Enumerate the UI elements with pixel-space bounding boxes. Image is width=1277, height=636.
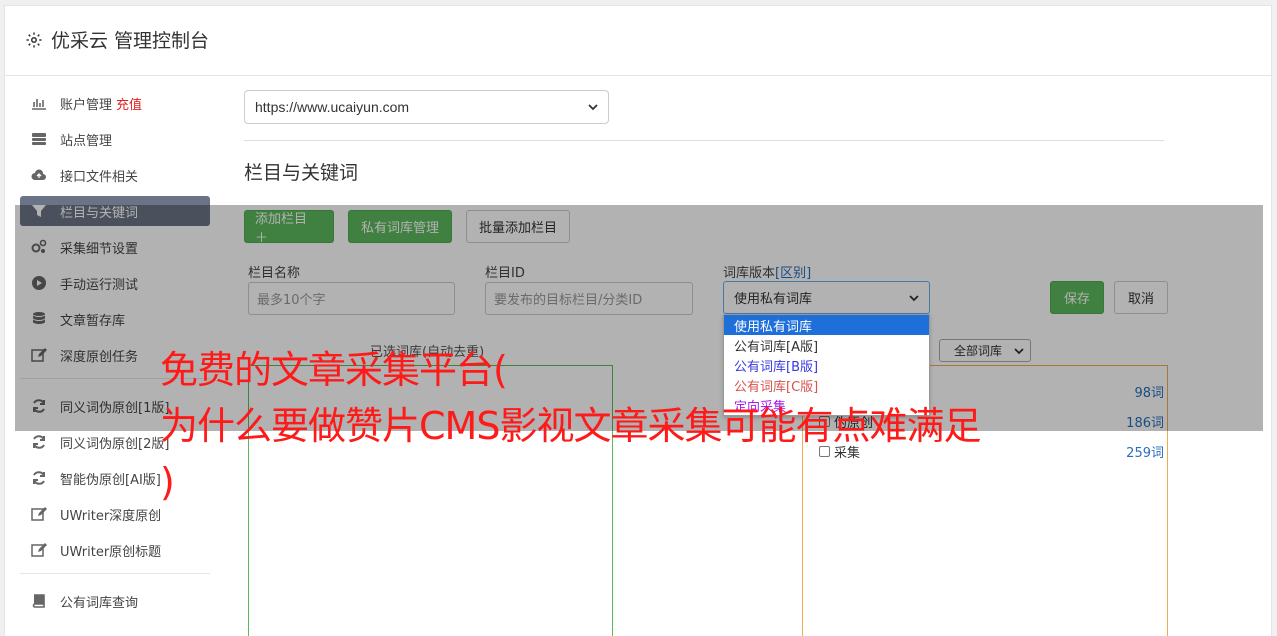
sidebar-item-label: 深度原创任务 xyxy=(60,349,139,365)
play-circle-icon xyxy=(30,274,48,292)
lexicon-version-text: 词库版本 xyxy=(723,266,776,281)
sidebar-divider xyxy=(20,573,210,574)
sidebar-item-columns-keywords[interactable]: 栏目与关键词 xyxy=(20,196,210,226)
lexicon-version-select[interactable]: 使用私有词库 xyxy=(723,281,930,314)
sidebar-item-sites[interactable]: 站点管理 xyxy=(20,124,210,154)
gears-icon xyxy=(30,238,48,256)
bar-chart-icon xyxy=(30,94,48,112)
sidebar-item-label: 智能伪原创[AI版] xyxy=(60,472,161,488)
chevron-down-icon xyxy=(588,104,598,111)
sidebar-item-manual-run[interactable]: 手动运行测试 xyxy=(20,268,210,298)
top-bar: 优采云 管理控制台 xyxy=(5,6,1271,76)
site-select[interactable]: https://www.ucaiyun.com xyxy=(244,90,609,124)
app-title: 优采云 管理控制台 xyxy=(25,26,209,53)
sidebar-item-public-lexicon[interactable]: 公有词库查询 xyxy=(20,586,210,616)
promo-line: 为什么要做赞片CMS影视文章采集可能有点难满足 xyxy=(160,404,981,448)
edit-icon xyxy=(30,541,48,559)
column-name-input[interactable]: 最多10个字 xyxy=(248,282,455,315)
divider xyxy=(244,140,1164,141)
column-name-label: 栏目名称 xyxy=(248,266,301,281)
gear-icon xyxy=(26,32,42,47)
edit-icon xyxy=(30,346,48,364)
sidebar-item-label: 公有词库查询 xyxy=(60,595,139,611)
filter-icon xyxy=(30,202,48,220)
promo-overlay-text: 免费的文章采集平台( 为什么要做赞片CMS影视文章采集可能有点难满足 ) xyxy=(160,342,1160,510)
promo-line: 免费的文章采集平台( xyxy=(160,348,508,392)
refresh-icon xyxy=(30,397,48,415)
batch-add-button[interactable]: 批量添加栏目 xyxy=(466,210,570,243)
promo-line: ) xyxy=(160,460,175,504)
sidebar-item-collect-settings[interactable]: 采集细节设置 xyxy=(20,232,210,262)
private-lexicon-button[interactable]: 私有词库管理 xyxy=(348,210,452,243)
edit-icon xyxy=(30,505,48,523)
sidebar-item-uwriter-title[interactable]: UWriter原创标题 xyxy=(20,535,210,565)
sidebar-item-label: 接口文件相关 xyxy=(60,169,139,185)
recharge-link[interactable]: 充值 xyxy=(116,94,142,113)
sidebar-item-label: 账户管理 xyxy=(60,97,113,113)
sidebar-item-account[interactable]: 账户管理 充值 xyxy=(20,88,210,118)
book-icon xyxy=(30,592,48,610)
section-title: 栏目与关键词 xyxy=(244,162,359,184)
cloud-upload-icon xyxy=(30,166,48,184)
sidebar-item-label: 采集细节设置 xyxy=(60,241,139,257)
refresh-icon xyxy=(30,433,48,451)
database-icon xyxy=(30,310,48,328)
difference-link[interactable]: [区别] xyxy=(775,266,811,281)
sidebar-item-label: 站点管理 xyxy=(60,133,113,149)
save-button[interactable]: 保存 xyxy=(1050,281,1104,314)
lexicon-version-label: 词库版本[区别] xyxy=(723,262,811,281)
sidebar-item-label: 文章暂存库 xyxy=(60,313,126,329)
refresh-icon xyxy=(30,469,48,487)
cancel-button[interactable]: 取消 xyxy=(1114,281,1168,314)
column-id-input[interactable]: 要发布的目标栏目/分类ID xyxy=(485,282,693,315)
sidebar-item-interface[interactable]: 接口文件相关 xyxy=(20,160,210,190)
sidebar-item-label: UWriter原创标题 xyxy=(60,544,162,560)
sidebar-item-label: 手动运行测试 xyxy=(60,277,139,293)
site-select-value: https://www.ucaiyun.com xyxy=(255,99,410,115)
sidebar-item-label: 同义词伪原创[2版] xyxy=(60,436,170,452)
sidebar-item-article-store[interactable]: 文章暂存库 xyxy=(20,304,210,334)
toolbar: 添加栏目 ＋ 私有词库管理 批量添加栏目 xyxy=(244,210,570,246)
add-column-button[interactable]: 添加栏目 ＋ xyxy=(244,210,334,246)
lexicon-version-value: 使用私有词库 xyxy=(734,292,813,307)
app-title-text: 优采云 管理控制台 xyxy=(51,30,210,52)
column-id-label: 栏目ID xyxy=(485,266,525,281)
main-content: https://www.ucaiyun.com 栏目与关键词 添加栏目 ＋ 私有… xyxy=(244,90,1168,636)
sidebar-item-label: 同义词伪原创[1版] xyxy=(60,400,170,416)
sidebar-item-label: UWriter深度原创 xyxy=(60,508,162,524)
dropdown-option[interactable]: 使用私有词库 xyxy=(724,315,929,335)
server-icon xyxy=(30,130,48,148)
sidebar-item-label: 栏目与关键词 xyxy=(60,205,139,221)
chevron-down-icon xyxy=(909,294,919,301)
